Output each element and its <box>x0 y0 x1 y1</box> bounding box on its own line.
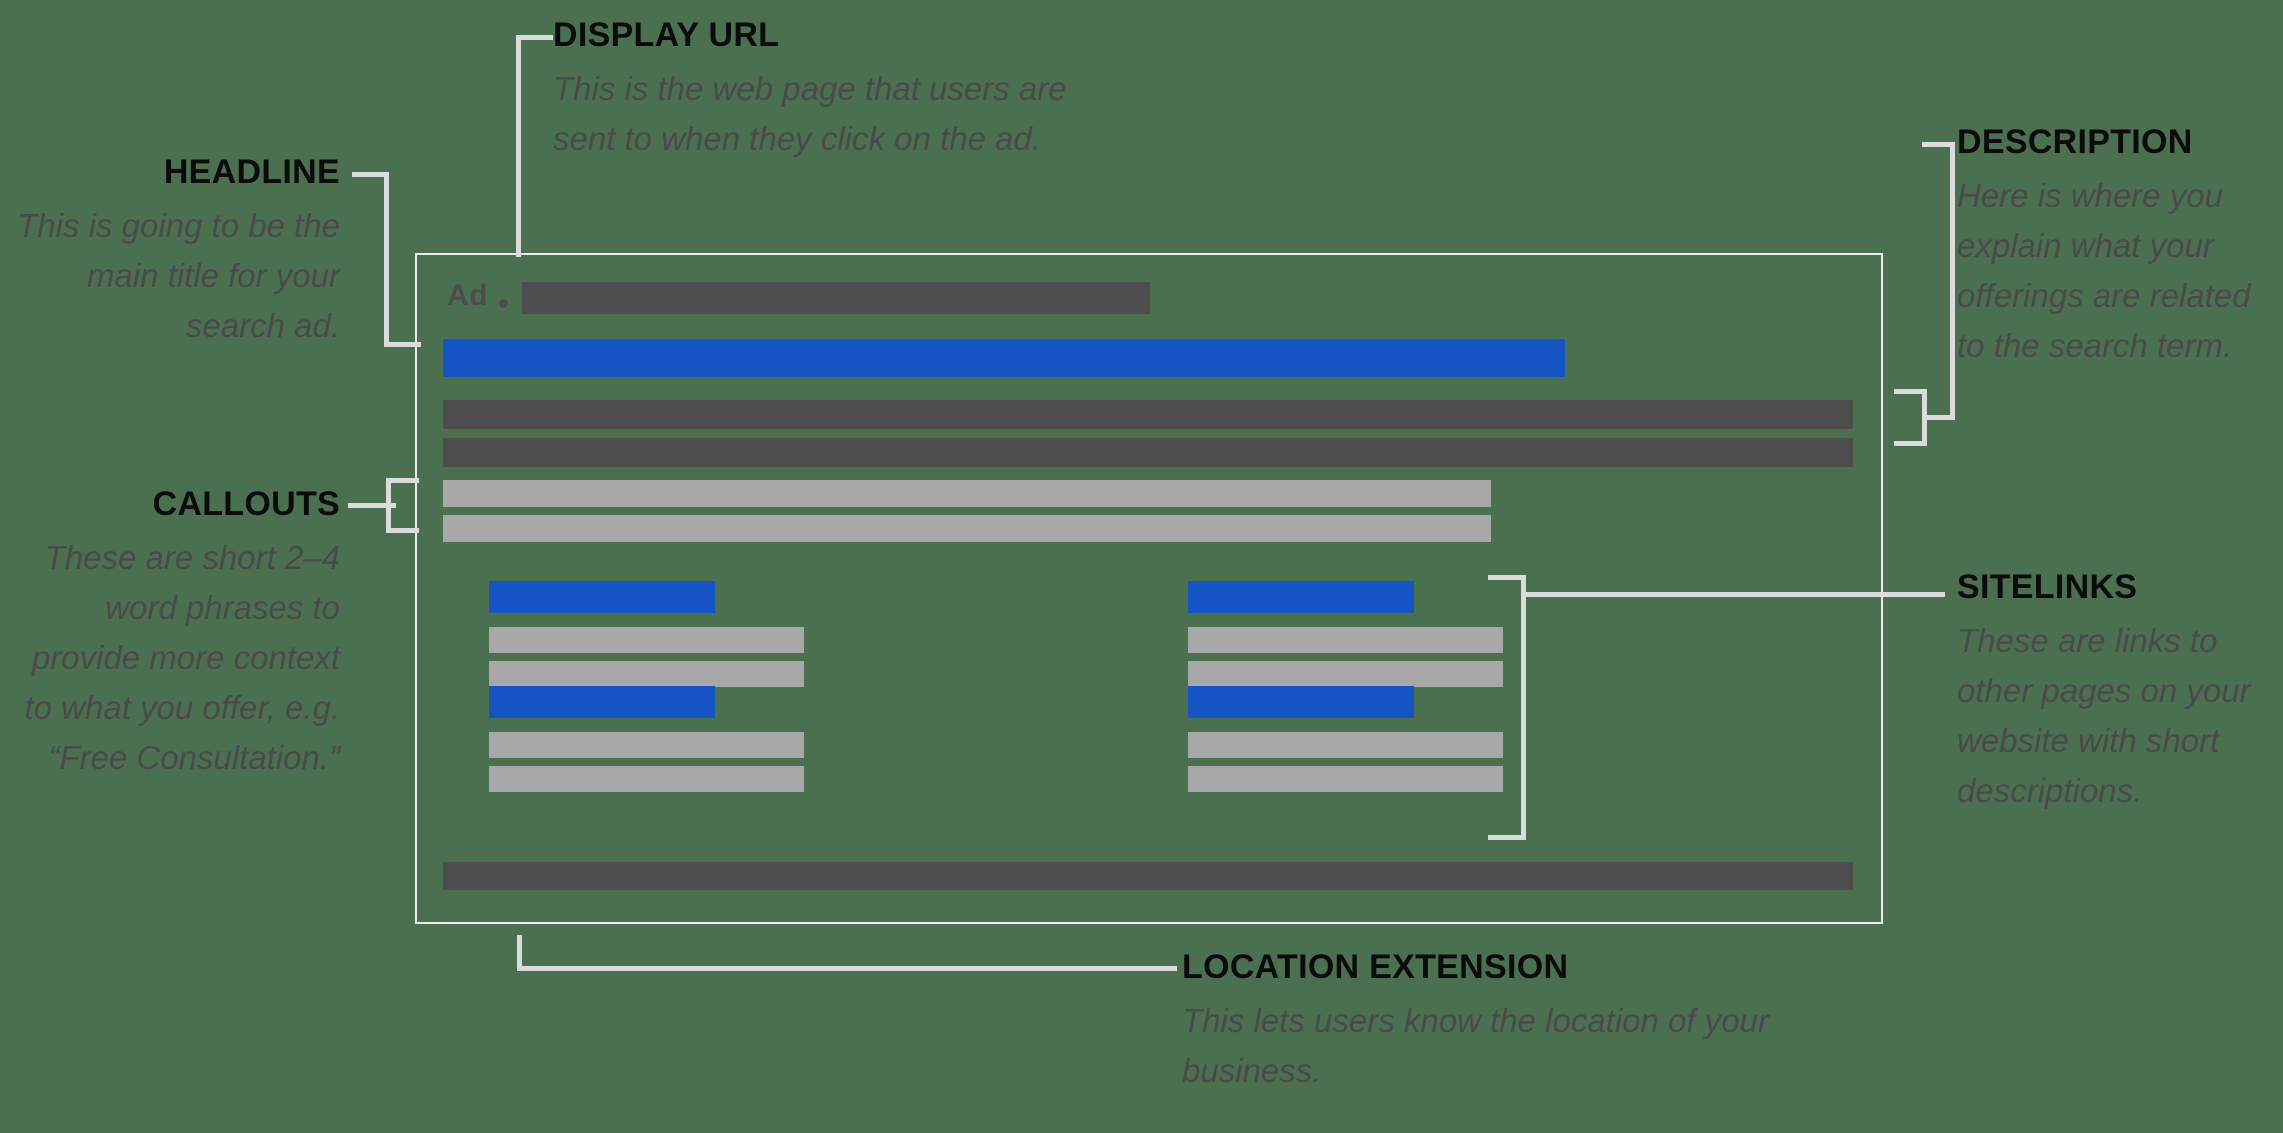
headline-connector-vertical <box>384 172 389 347</box>
headline-connector-stub-bottom <box>384 342 421 347</box>
display-url-title: DISPLAY URL <box>553 16 780 54</box>
sitelinks-body: These are links to other pages on your w… <box>1957 621 2251 810</box>
display-url-bar <box>522 282 1150 314</box>
callouts-bracket-vertical <box>386 478 391 533</box>
ad-separator-dot <box>499 299 508 308</box>
location-extension-connector-horizontal <box>517 966 1177 971</box>
location-extension-bar <box>443 862 1853 890</box>
callouts-bracket-top <box>386 478 419 483</box>
callouts-body: These are short 2–4 word phrases to prov… <box>24 538 340 777</box>
location-extension-title: LOCATION EXTENSION <box>1182 948 1569 986</box>
location-extension-connector-vertical <box>517 935 522 970</box>
annotation-sitelinks: SITELINKS These are links to other pages… <box>1957 568 2283 816</box>
sitelink-1-desc-2 <box>489 661 804 687</box>
display-url-connector-vertical <box>516 35 521 257</box>
annotation-callouts: CALLOUTS These are short 2–4 word phrase… <box>0 485 340 783</box>
sitelink-2-desc-2 <box>1188 661 1503 687</box>
sitelink-3-desc-2 <box>489 766 804 792</box>
sitelinks-bracket-bottom <box>1488 835 1526 840</box>
sitelinks-bracket-top <box>1488 575 1526 580</box>
sitelink-4-desc-1 <box>1188 732 1503 758</box>
description-bar-1 <box>443 400 1853 429</box>
annotation-display-url: DISPLAY URL This is the web page that us… <box>553 16 1153 164</box>
sitelink-2-title <box>1188 581 1414 613</box>
description-body: Here is where you explain what your offe… <box>1957 176 2251 365</box>
annotation-headline: HEADLINE This is going to be the main ti… <box>0 153 340 351</box>
sitelink-4-title <box>1188 686 1414 718</box>
description-title: DESCRIPTION <box>1957 123 2193 161</box>
sitelink-1-desc-1 <box>489 627 804 653</box>
annotation-description: DESCRIPTION Here is where you explain wh… <box>1957 123 2283 371</box>
location-extension-body: This lets users know the location of you… <box>1182 1001 1769 1089</box>
display-url-connector-stub <box>516 35 553 40</box>
description-bracket-bottom <box>1894 441 1927 446</box>
sitelink-4-desc-2 <box>1188 766 1503 792</box>
callout-bar-2 <box>443 515 1491 542</box>
description-bar-2 <box>443 438 1853 467</box>
headline-title: HEADLINE <box>163 153 340 191</box>
annotation-location-extension: LOCATION EXTENSION This lets users know … <box>1182 948 1882 1096</box>
sitelinks-title: SITELINKS <box>1957 568 2138 606</box>
callouts-title: CALLOUTS <box>152 485 340 523</box>
ad-label: Ad <box>447 279 488 312</box>
headline-bar <box>443 339 1565 377</box>
sitelink-3-title <box>489 686 715 718</box>
sitelink-1-title <box>489 581 715 613</box>
description-connector-riser <box>1950 142 1955 419</box>
diagram-canvas: Ad HEADLINE This is going to be the main… <box>0 0 2283 1133</box>
sitelinks-connector-line <box>1521 592 1945 597</box>
ad-preview-box: Ad <box>415 253 1883 924</box>
sitelink-3-desc-1 <box>489 732 804 758</box>
sitelink-2-desc-1 <box>1188 627 1503 653</box>
description-connector-stub-top <box>1922 142 1955 147</box>
display-url-body: This is the web page that users are sent… <box>553 69 1067 157</box>
callout-bar-1 <box>443 480 1491 507</box>
sitelinks-bracket-vertical <box>1521 575 1526 840</box>
callouts-bracket-bottom <box>386 528 419 533</box>
headline-body: This is going to be the main title for y… <box>17 206 340 344</box>
